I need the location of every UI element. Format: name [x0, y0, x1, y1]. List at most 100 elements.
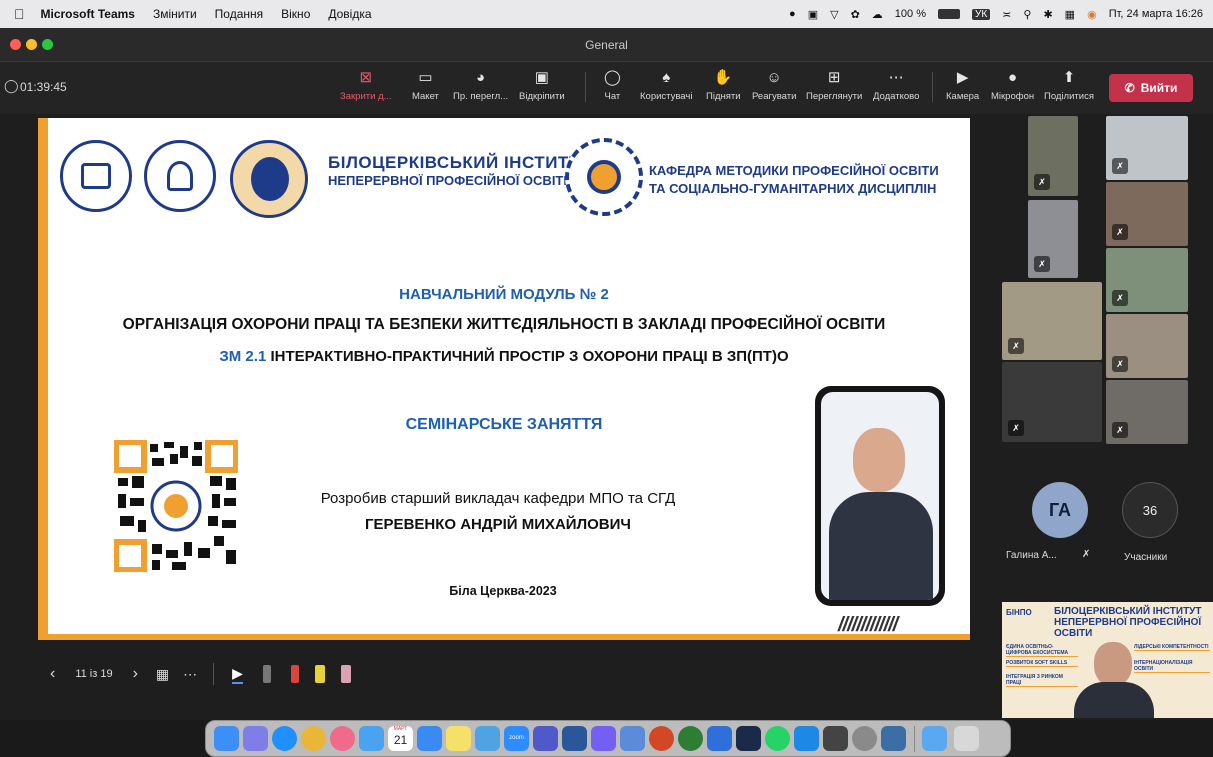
participant-video[interactable]: ✗ [1106, 314, 1188, 378]
avatar-initials: ГА [1048, 499, 1072, 520]
settings-icon[interactable] [417, 726, 442, 751]
draw-icon[interactable] [620, 726, 645, 751]
view-button[interactable]: ⊞ Переглянути [806, 68, 862, 102]
battery-label[interactable]: 100 % [895, 8, 926, 20]
participant-video[interactable]: ✗ [1002, 362, 1102, 442]
screen-share-icon[interactable] [881, 726, 906, 751]
prev-slide-button[interactable]: ‹ [50, 665, 55, 683]
editor-icon[interactable] [707, 726, 732, 751]
zoom-icon[interactable]: zoom [504, 726, 529, 751]
red-pen-icon[interactable] [290, 665, 299, 683]
apple-icon[interactable]:  [14, 6, 25, 22]
bluetooth-icon[interactable]: ✱ [1043, 8, 1052, 21]
wifi-icon[interactable]: ≍ [1002, 8, 1011, 21]
participant-video[interactable]: ✗ [1106, 380, 1188, 444]
powerpoint-icon[interactable] [649, 726, 674, 751]
finder-icon[interactable] [214, 726, 239, 751]
menu-view[interactable]: Подання [215, 7, 263, 21]
teams-icon[interactable] [533, 726, 558, 751]
mic-off-icon: ✗ [1112, 422, 1128, 438]
menu-help[interactable]: Довідка [328, 7, 371, 21]
system-preferences-icon[interactable] [852, 726, 877, 751]
security-app-icon[interactable] [736, 726, 761, 751]
notes-icon[interactable] [446, 726, 471, 751]
calendar-icon[interactable]: МАРТ 21 [388, 726, 413, 751]
calculator-icon[interactable] [823, 726, 848, 751]
participant-video[interactable]: ✗ [1106, 182, 1188, 246]
cloud-icon[interactable]: ☁ [872, 8, 883, 21]
chat-button[interactable]: ◯ Чат [604, 68, 621, 102]
submodule-title: ЗМ 2.1 ІНТЕРАКТИВНО-ПРАКТИЧНИЙ ПРОСТІР З… [219, 348, 789, 365]
screen-icon[interactable]: ▣ [808, 8, 818, 21]
menu-app-name[interactable]: Microsoft Teams [41, 7, 135, 21]
word-icon[interactable] [562, 726, 587, 751]
participants-count-button[interactable]: 36 [1122, 482, 1178, 538]
participant-avatar[interactable]: ГА [1032, 482, 1088, 538]
control-center-icon[interactable]: ▦ [1065, 8, 1075, 21]
battery-icon [937, 9, 960, 19]
next-slide-button[interactable]: › [133, 665, 138, 683]
menu-window[interactable]: Вікно [281, 7, 310, 21]
vpn-app-icon[interactable] [678, 726, 703, 751]
people-button[interactable]: ♠ Користувачі [640, 68, 692, 102]
pointer-icon[interactable]: ▶ [232, 665, 243, 684]
presenter-view-button[interactable]: ◕ Пр. перегл... [453, 68, 508, 102]
security-icon[interactable]: ● [789, 8, 796, 20]
sync-app-icon[interactable] [475, 726, 500, 751]
eraser-icon[interactable] [340, 665, 351, 683]
photos-icon[interactable] [330, 726, 355, 751]
institute-name: БІЛОЦЕРКІВСЬКИЙ ІНСТИТУТ НЕПЕРЕРВНОЇ ПРО… [328, 153, 591, 189]
participant-video[interactable]: ✗ [1028, 116, 1078, 196]
camera-button[interactable]: ▶ Камера [946, 68, 979, 102]
slide-stripes: ///////////// [838, 614, 898, 636]
eye-icon: ◕ [476, 69, 486, 86]
people-icon: ♠ [662, 69, 671, 86]
launchpad-icon[interactable] [243, 726, 268, 751]
chrome-icon[interactable] [301, 726, 326, 751]
participant-video[interactable]: ✗ [1002, 282, 1102, 360]
module-title: НАВЧАЛЬНИЙ МОДУЛЬ № 2 [399, 286, 609, 303]
mic-button[interactable]: ● Мікрофон [991, 68, 1034, 102]
vpn-icon[interactable]: ▽ [830, 8, 838, 21]
menu-edit[interactable]: Змінити [153, 7, 197, 21]
slide-bottom-accent [38, 634, 970, 640]
mic-off-icon: ✗ [1034, 256, 1050, 272]
self-preview[interactable]: БІНПО БІЛОЦЕРКІВСЬКИЙ ІНСТИТУТ НЕПЕРЕРВН… [1002, 602, 1213, 718]
participant-video[interactable]: ✗ [1106, 248, 1188, 312]
participants-count: 36 [1142, 502, 1158, 518]
raise-hand-button[interactable]: ✋ Підняти [706, 68, 741, 102]
stop-sharing-button[interactable]: ⊠ Закрити д... [340, 68, 392, 102]
downloads-folder-icon[interactable] [922, 726, 947, 751]
highlighter-icon[interactable] [314, 665, 325, 683]
trash-icon[interactable] [954, 726, 979, 751]
participant-video[interactable]: ✗ [1028, 200, 1078, 278]
viber-icon[interactable] [591, 726, 616, 751]
layout-button[interactable]: ▭ Макет [412, 68, 439, 102]
leave-button[interactable]: ✆ Вийти [1109, 74, 1193, 102]
grid-view-icon[interactable]: ▦ [156, 666, 169, 683]
app-store-icon[interactable] [794, 726, 819, 751]
search-icon[interactable]: ⚲ [1023, 8, 1031, 21]
participant-name: Галина А... [1006, 550, 1057, 561]
siri-icon[interactable]: ◉ [1087, 8, 1097, 21]
more-options-icon[interactable]: ⋯ [183, 666, 197, 683]
keyboard-layout[interactable]: УК [971, 8, 991, 20]
pop-out-button[interactable]: ▣ Відкріпити [519, 68, 565, 102]
react-button[interactable]: ☺ Реагувати [752, 68, 796, 102]
menu-bar:  Microsoft Teams Змінити Подання Вікно … [0, 0, 1213, 28]
raise-hand-icon: ✋ [713, 69, 733, 86]
head-icon [251, 157, 289, 201]
participant-rail: ✗ ✗ ✗ ✗ ✗ ✗ ✗ ✗ ✗ ГА Галина А... ✗ 36 Уч… [1002, 114, 1213, 720]
pen-icon[interactable] [262, 665, 271, 683]
share-button[interactable]: ⬆ Поділитися [1044, 68, 1094, 102]
book-icon [81, 163, 111, 189]
sync-icon[interactable]: ✿ [851, 8, 860, 21]
safari-icon[interactable] [272, 726, 297, 751]
clock[interactable]: Пт, 24 марта 16:26 [1109, 8, 1203, 20]
participant-video[interactable]: ✗ [1106, 116, 1188, 180]
whatsapp-icon[interactable] [765, 726, 790, 751]
self-body [1074, 682, 1154, 718]
more-button[interactable]: ⋯ Додатково [873, 68, 919, 102]
dock-divider [914, 726, 915, 752]
mail-icon[interactable] [359, 726, 384, 751]
